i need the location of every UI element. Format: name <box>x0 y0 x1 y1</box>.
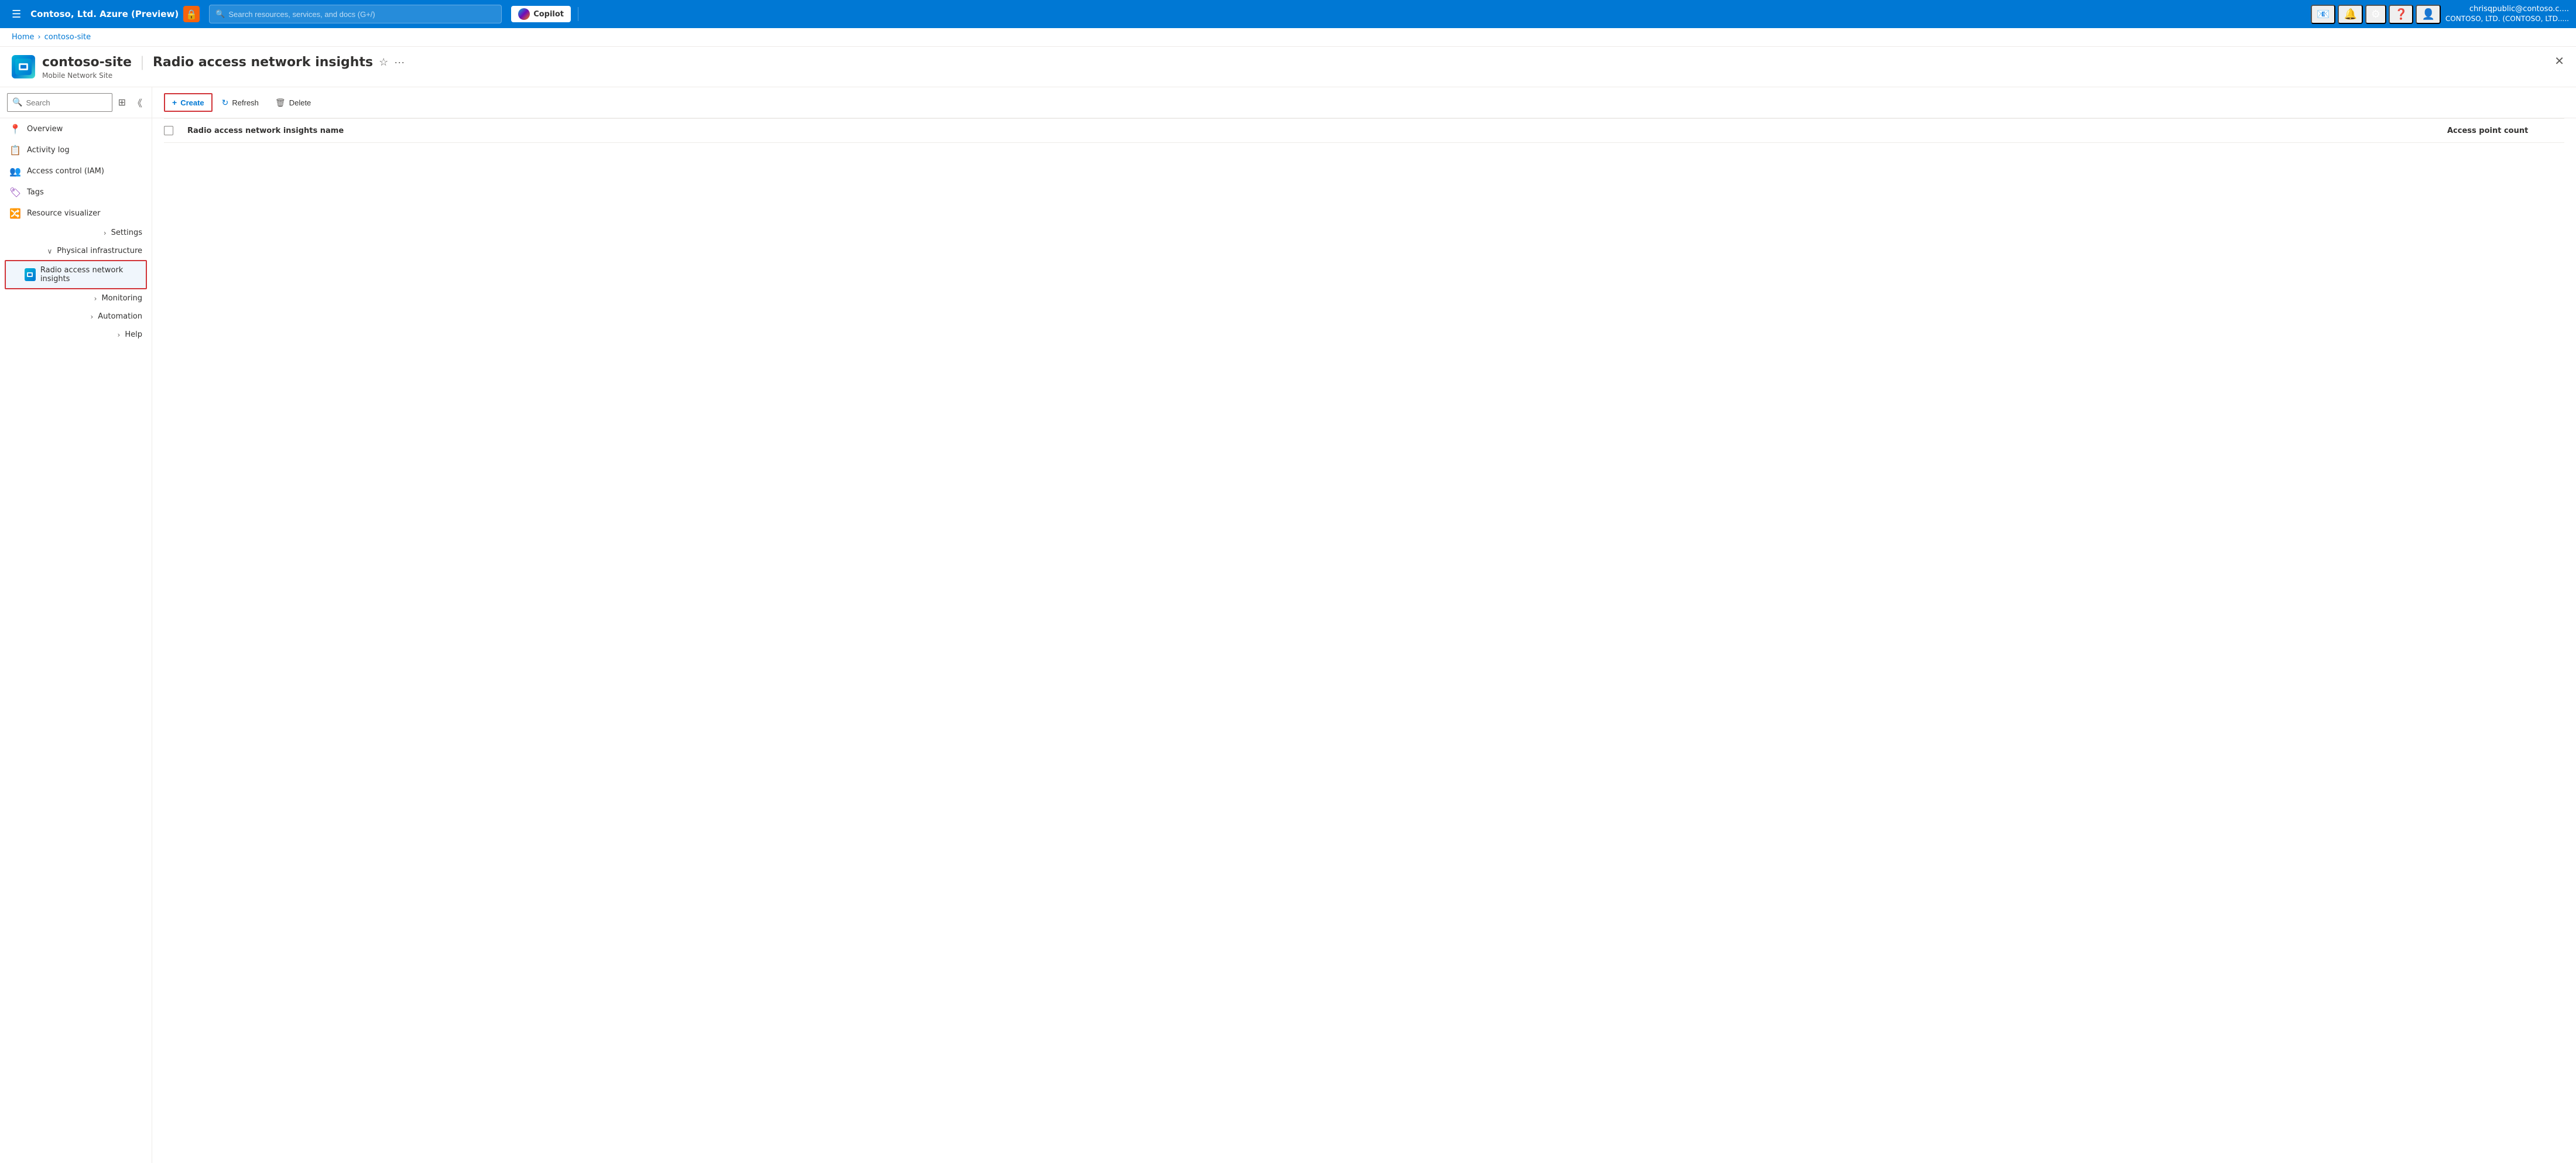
refresh-icon: ↻ <box>222 98 229 108</box>
sidebar-item-tags-label: Tags <box>27 188 44 197</box>
page-header: contoso-site | Radio access network insi… <box>0 47 2576 87</box>
content-area: + Create ↻ Refresh 🗑 Delete Radio acces <box>152 87 2576 1163</box>
nav-icon-group: 📧 🔔 ⚙ ❓ 👤 chrisqpublic@contoso.c.... CON… <box>2311 5 2569 24</box>
tags-icon: 🏷 <box>9 186 21 198</box>
delete-button[interactable]: 🗑 Delete <box>268 94 318 111</box>
radio-access-icon <box>25 268 36 281</box>
table-header-checkbox-col <box>164 126 187 135</box>
breadcrumb-separator: › <box>37 33 40 42</box>
refresh-button[interactable]: ↻ Refresh <box>215 94 266 111</box>
delete-icon: 🗑 <box>275 98 286 108</box>
global-search-input[interactable] <box>228 10 495 19</box>
favorite-button[interactable]: ☆ <box>379 56 388 69</box>
monitoring-chevron: › <box>94 295 97 303</box>
table-col-name: Radio access network insights name <box>187 126 2447 135</box>
table-area: Radio access network insights name Acces… <box>152 118 2576 1163</box>
top-navigation: ☰ Contoso, Ltd. Azure (Preview) 🔒 🔍 Copi… <box>0 0 2576 28</box>
page-title: contoso-site | Radio access network insi… <box>42 54 405 70</box>
user-info: chrisqpublic@contoso.c.... CONTOSO, LTD.… <box>2445 5 2569 23</box>
sidebar-item-overview-label: Overview <box>27 125 63 134</box>
page-name: Radio access network insights <box>153 55 373 70</box>
sidebar-nav: 📍 Overview 📋 Activity log 👥 Access contr… <box>0 118 152 1163</box>
resource-icon <box>12 55 35 78</box>
hamburger-menu[interactable]: ☰ <box>7 6 26 23</box>
physical-infrastructure-label: Physical infrastructure <box>57 247 142 255</box>
app-title: Contoso, Ltd. Azure (Preview) <box>30 9 179 19</box>
org-badge: 🔒 <box>183 6 200 22</box>
sidebar-item-activity-log-label: Activity log <box>27 146 70 155</box>
sidebar-section-settings[interactable]: › Settings <box>0 224 152 242</box>
breadcrumb-current[interactable]: contoso-site <box>44 33 91 42</box>
copilot-button[interactable]: Copilot <box>511 6 571 22</box>
sidebar-icon-buttons: ⊞ 《 <box>116 93 145 112</box>
sidebar-search-icon: 🔍 <box>12 98 22 107</box>
settings-icon[interactable]: ⚙ <box>2365 5 2386 24</box>
title-separator: | <box>140 54 145 70</box>
page-title-group: contoso-site | Radio access network insi… <box>42 54 405 80</box>
user-icon[interactable]: 👤 <box>2416 5 2440 24</box>
close-button[interactable]: ✕ <box>2554 54 2564 69</box>
sidebar-item-resource-visualizer-label: Resource visualizer <box>27 209 100 218</box>
sidebar-filter-icon[interactable]: ⊞ <box>116 93 128 112</box>
table-col-count: Access point count <box>2447 126 2564 135</box>
activity-log-icon: 📋 <box>9 144 21 156</box>
access-control-icon: 👥 <box>9 165 21 177</box>
sidebar-item-access-control[interactable]: 👥 Access control (IAM) <box>0 160 152 182</box>
copilot-label: Copilot <box>533 10 564 19</box>
sidebar-item-activity-log[interactable]: 📋 Activity log <box>0 139 152 160</box>
sidebar: 🔍 ⊞ 《 📍 Overview 📋 Activity log 👥 Ac <box>0 87 152 1163</box>
copilot-icon <box>518 8 530 20</box>
search-icon: 🔍 <box>215 10 225 19</box>
sidebar-collapse-icon[interactable]: 《 <box>131 93 145 112</box>
sidebar-item-resource-visualizer[interactable]: 🔀 Resource visualizer <box>0 203 152 224</box>
help-label: Help <box>125 330 142 339</box>
table-body <box>164 143 2564 260</box>
sidebar-section-help[interactable]: › Help <box>0 326 152 344</box>
refresh-label: Refresh <box>232 98 259 107</box>
sidebar-item-overview[interactable]: 📍 Overview <box>0 118 152 139</box>
breadcrumb: Home › contoso-site <box>0 28 2576 47</box>
user-org: CONTOSO, LTD. (CONTOSO, LTD..... <box>2445 15 2569 24</box>
create-icon: + <box>172 98 177 107</box>
create-button[interactable]: + Create <box>164 93 213 112</box>
automation-chevron: › <box>90 313 93 321</box>
more-options-button[interactable]: ··· <box>394 56 405 69</box>
monitoring-label: Monitoring <box>101 294 142 303</box>
select-all-checkbox[interactable] <box>164 126 173 135</box>
sidebar-section-physical-infrastructure[interactable]: ∨ Physical infrastructure <box>0 242 152 260</box>
global-search[interactable]: 🔍 <box>209 5 502 23</box>
main-layout: 🔍 ⊞ 《 📍 Overview 📋 Activity log 👥 Ac <box>0 87 2576 1163</box>
sidebar-item-radio-access-network[interactable]: Radio access network insights <box>5 260 147 289</box>
page-header-left: contoso-site | Radio access network insi… <box>12 54 405 80</box>
resource-name: contoso-site <box>42 55 132 70</box>
sidebar-item-tags[interactable]: 🏷 Tags <box>0 182 152 203</box>
settings-label: Settings <box>111 228 142 237</box>
sidebar-item-access-control-label: Access control (IAM) <box>27 167 104 176</box>
page-subtitle: Mobile Network Site <box>42 71 405 80</box>
physical-infrastructure-chevron: ∨ <box>47 247 52 255</box>
help-icon[interactable]: ❓ <box>2389 5 2413 24</box>
sidebar-item-radio-label: Radio access network insights <box>40 266 139 283</box>
settings-chevron: › <box>104 229 107 237</box>
overview-icon: 📍 <box>9 123 21 135</box>
toolbar: + Create ↻ Refresh 🗑 Delete <box>152 87 2576 118</box>
sidebar-search-box[interactable]: 🔍 <box>7 93 112 112</box>
sidebar-section-automation[interactable]: › Automation <box>0 307 152 326</box>
help-chevron: › <box>118 331 121 339</box>
sidebar-section-monitoring[interactable]: › Monitoring <box>0 289 152 307</box>
automation-label: Automation <box>98 312 142 321</box>
delete-label: Delete <box>289 98 311 107</box>
notification-icon[interactable]: 🔔 <box>2338 5 2362 24</box>
sidebar-search-input[interactable] <box>26 98 107 107</box>
resource-visualizer-icon: 🔀 <box>9 207 21 219</box>
breadcrumb-home[interactable]: Home <box>12 33 34 42</box>
user-name: chrisqpublic@contoso.c.... <box>2445 5 2569 15</box>
create-label: Create <box>180 98 204 107</box>
email-icon[interactable]: 📧 <box>2311 5 2335 24</box>
table-header: Radio access network insights name Acces… <box>164 119 2564 143</box>
sidebar-search-area: 🔍 ⊞ 《 <box>0 87 152 118</box>
